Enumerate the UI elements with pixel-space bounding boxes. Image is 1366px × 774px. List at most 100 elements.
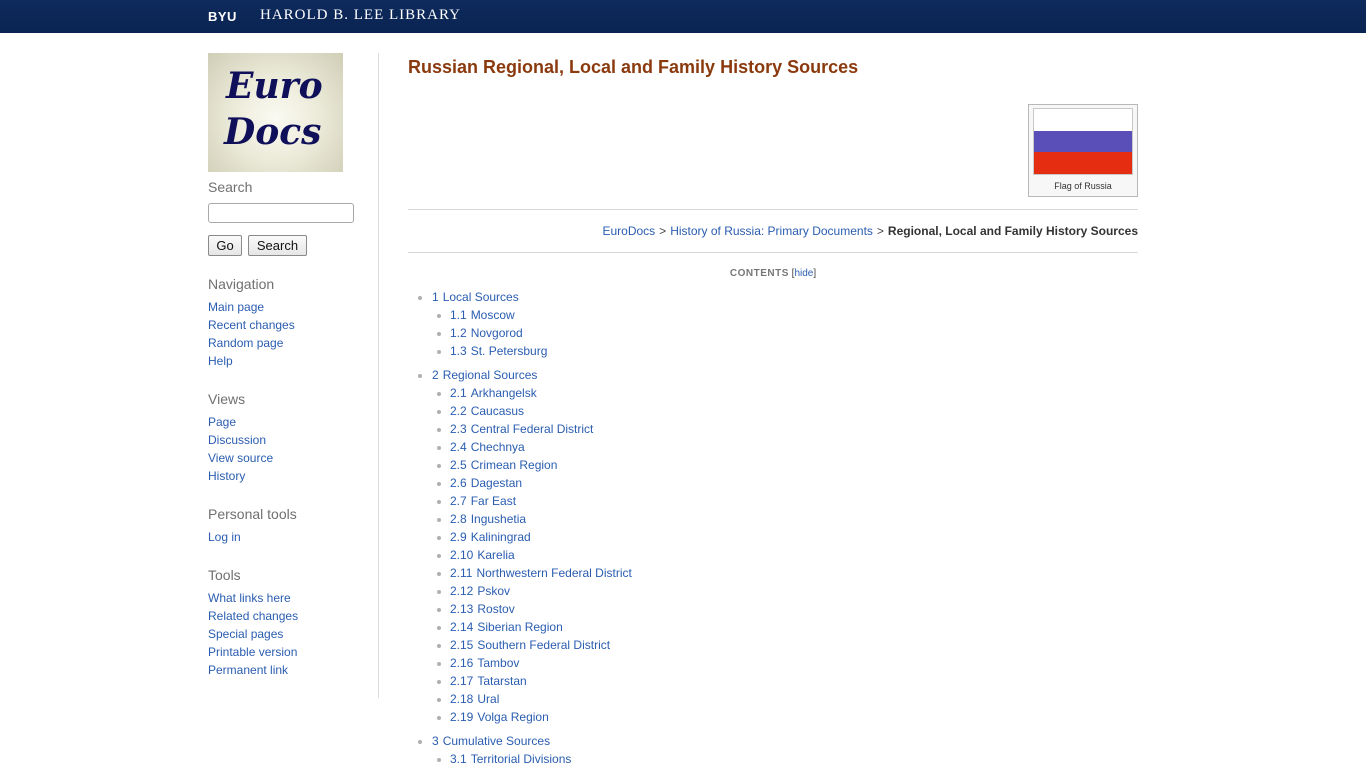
go-button[interactable]: Go [208, 235, 242, 256]
toc-label: Regional Sources [442, 368, 538, 382]
toc-subitem: 2.15 Southern Federal District [408, 636, 1138, 654]
toc-link[interactable]: 1.1 Moscow [450, 308, 515, 322]
toc-number: 3.1 [450, 752, 467, 766]
bullet [437, 590, 441, 594]
navigation-portlet: Navigation Main page Recent changes Rand… [208, 276, 295, 370]
toc-subitem: 2.10 Karelia [408, 546, 1138, 564]
toc-label: Pskov [477, 584, 511, 598]
toc-link[interactable]: 2.13 Rostov [450, 602, 515, 616]
bullet [437, 716, 441, 720]
toc-header: CONTENTS [hide] [408, 268, 1138, 279]
toc-label: Tambov [477, 656, 520, 670]
byu-logo[interactable]: BYU [208, 9, 237, 24]
tool-related-changes[interactable]: Related changes [208, 607, 298, 625]
views-heading: Views [208, 391, 246, 407]
toc-link[interactable]: 2.8 Ingushetia [450, 512, 526, 526]
bullet [437, 626, 441, 630]
logo-line-1: Euro [226, 65, 323, 107]
nav-random-page[interactable]: Random page [208, 334, 295, 352]
toc-link[interactable]: 2.16 Tambov [450, 656, 519, 670]
bullet [437, 446, 441, 450]
view-source[interactable]: View source [208, 449, 273, 467]
toc-number: 2.19 [450, 710, 474, 724]
toc-label: Northwestern Federal District [476, 566, 632, 580]
library-name[interactable]: HAROLD B. LEE LIBRARY [260, 7, 461, 24]
toc-subitem: 2.2 Caucasus [408, 402, 1138, 420]
toc-link[interactable]: 2.19 Volga Region [450, 710, 549, 724]
toc-subitem: 2.9 Kaliningrad [408, 528, 1138, 546]
bullet [437, 572, 441, 576]
tool-printable-version[interactable]: Printable version [208, 643, 298, 661]
toc-link[interactable]: 2.6 Dagestan [450, 476, 522, 490]
bullet [437, 554, 441, 558]
nav-help[interactable]: Help [208, 352, 295, 370]
toc-subitem: 2.8 Ingushetia [408, 510, 1138, 528]
view-discussion[interactable]: Discussion [208, 431, 273, 449]
toc-link[interactable]: 2.14 Siberian Region [450, 620, 563, 634]
personal-tools-portlet: Personal tools Log in [208, 506, 297, 546]
toc-link[interactable]: 2.5 Crimean Region [450, 458, 557, 472]
bullet [418, 296, 422, 300]
view-page[interactable]: Page [208, 413, 273, 431]
toc-number: 2.12 [450, 584, 474, 598]
russia-flag-image[interactable] [1033, 108, 1133, 175]
toc-link[interactable]: 1.3 St. Petersburg [450, 344, 547, 358]
toc-link[interactable]: 2 Regional Sources [432, 368, 537, 382]
view-history[interactable]: History [208, 467, 273, 485]
breadcrumb-history-of-russia[interactable]: History of Russia: Primary Documents [670, 224, 873, 238]
toc-label: Local Sources [442, 290, 519, 304]
toc-link[interactable]: 2.4 Chechnya [450, 440, 525, 454]
navigation-heading: Navigation [208, 276, 275, 292]
sidebar: Euro Docs Search Go Search Navigation Ma… [208, 53, 378, 677]
toc-number: 1 [432, 290, 439, 304]
toc-link[interactable]: 3.1 Territorial Divisions [450, 752, 571, 766]
toc-link[interactable]: 2.10 Karelia [450, 548, 515, 562]
toc-number: 2.16 [450, 656, 474, 670]
breadcrumb-eurodocs[interactable]: EuroDocs [602, 224, 655, 238]
tool-special-pages[interactable]: Special pages [208, 625, 298, 643]
toc-subitem: 1.2 Novgorod [408, 324, 1138, 342]
toc-link[interactable]: 3 Cumulative Sources [432, 734, 550, 748]
bullet [437, 500, 441, 504]
nav-main-page[interactable]: Main page [208, 298, 295, 316]
nav-recent-changes[interactable]: Recent changes [208, 316, 295, 334]
toc-link[interactable]: 2.15 Southern Federal District [450, 638, 610, 652]
bullet [437, 314, 441, 318]
toc-link[interactable]: 2.18 Ural [450, 692, 499, 706]
toc-link[interactable]: 1.2 Novgorod [450, 326, 523, 340]
toc-label: Territorial Divisions [470, 752, 572, 766]
views-portlet: Views Page Discussion View source Histor… [208, 391, 273, 485]
bullet [418, 740, 422, 744]
flag-caption: Flag of Russia [1054, 181, 1112, 191]
log-in-link[interactable]: Log in [208, 528, 297, 546]
tool-what-links-here[interactable]: What links here [208, 589, 298, 607]
toc-number: 2.13 [450, 602, 474, 616]
toc-link[interactable]: 2.12 Pskov [450, 584, 510, 598]
search-input[interactable] [208, 203, 354, 223]
tool-permanent-link[interactable]: Permanent link [208, 661, 298, 679]
toc-subitem: 2.18 Ural [408, 690, 1138, 708]
toc-link[interactable]: 2.2 Caucasus [450, 404, 524, 418]
toc-subitem: 2.16 Tambov [408, 654, 1138, 672]
search-button[interactable]: Search [248, 235, 307, 256]
toc-link[interactable]: 2.1 Arkhangelsk [450, 386, 537, 400]
toc-label: Moscow [470, 308, 515, 322]
toc-section: 2 Regional Sources 2.1 Arkhangelsk 2.2 Caucas… [408, 366, 1138, 726]
eurodocs-logo[interactable]: Euro Docs [208, 53, 343, 172]
flag-thumbnail[interactable]: Flag of Russia [1028, 104, 1138, 197]
tools-heading: Tools [208, 567, 241, 583]
toc-link[interactable]: 1 Local Sources [432, 290, 519, 304]
breadcrumb-separator: > [659, 224, 667, 238]
toc-link[interactable]: 2.11 Northwestern Federal District [450, 566, 632, 580]
toc-label: Central Federal District [470, 422, 594, 436]
bullet [437, 518, 441, 522]
toc-link[interactable]: 2.7 Far East [450, 494, 516, 508]
toc-item: 1 Local Sources [408, 288, 1138, 306]
toc-link[interactable]: 2.17 Tatarstan [450, 674, 527, 688]
toc-label: Karelia [477, 548, 515, 562]
toc-subitem: 2.1 Arkhangelsk [408, 384, 1138, 402]
toc-hide-toggle[interactable]: hide [794, 268, 813, 279]
toc-link[interactable]: 2.9 Kaliningrad [450, 530, 531, 544]
flag-white-stripe [1034, 109, 1132, 131]
toc-link[interactable]: 2.3 Central Federal District [450, 422, 593, 436]
